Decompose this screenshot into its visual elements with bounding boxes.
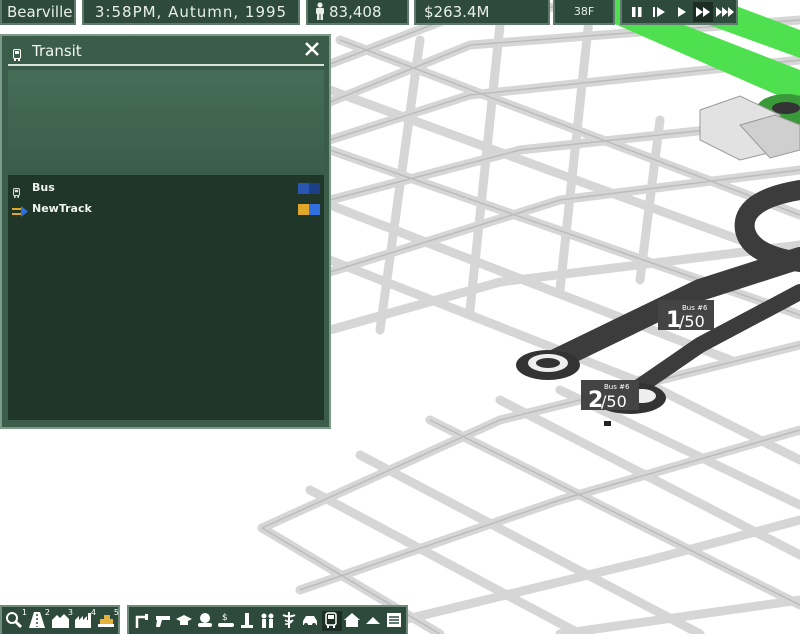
list-icon[interactable] <box>385 611 405 631</box>
bus-route <box>534 180 800 408</box>
close-icon[interactable] <box>304 41 322 59</box>
road-grid <box>257 0 800 634</box>
route-label-1-capacity: /50 <box>679 312 705 331</box>
fast-forward-icon[interactable] <box>693 2 713 22</box>
play-icon[interactable] <box>671 2 691 22</box>
line-color-swatch[interactable] <box>298 204 309 215</box>
shortcut-number: 1 <box>21 608 27 617</box>
route-label-2-capacity: /50 <box>601 392 627 411</box>
panel-header: Transit <box>8 40 324 66</box>
station-1[interactable] <box>516 350 580 380</box>
pause-icon[interactable] <box>627 2 647 22</box>
svg-text:$: $ <box>222 613 228 623</box>
list-item-newtrack[interactable]: NewTrack <box>8 200 324 220</box>
shortcut-number: 3 <box>67 608 73 617</box>
bulldozer-icon[interactable]: 5 <box>97 608 119 631</box>
pipe-icon[interactable] <box>133 611 153 631</box>
line-color-swatch[interactable] <box>298 183 309 194</box>
person-icon <box>314 2 326 27</box>
shortcut-number: 5 <box>113 608 119 617</box>
car-icon[interactable] <box>301 611 321 631</box>
route-label-1-bus: Bus #6 <box>682 304 708 312</box>
houses-icon[interactable]: 3 <box>51 608 73 631</box>
shortcut-number: 4 <box>90 608 96 617</box>
route-label-2-bus: Bus #6 <box>604 383 630 391</box>
date-time: 3:58PM, Autumn, 1995 <box>82 0 300 25</box>
factory-icon[interactable]: 4 <box>74 608 96 631</box>
track-arrow-icon <box>12 203 28 222</box>
play-slow-icon[interactable] <box>649 2 669 22</box>
city-name[interactable]: Bearville <box>0 0 76 25</box>
bus-vehicle[interactable] <box>604 421 611 426</box>
family-icon[interactable] <box>259 611 279 631</box>
transit-panel: Transit Bus NewTrack <box>0 34 331 429</box>
line-color-swatch[interactable] <box>309 204 320 215</box>
road-icon[interactable]: 2 <box>28 608 50 631</box>
transit-line-list: Bus NewTrack <box>8 175 324 420</box>
money-display[interactable]: $263.4M <box>414 0 550 25</box>
population-display[interactable]: 83,408 <box>306 0 409 25</box>
speed-controls <box>620 0 738 25</box>
overlay-toolbar: $ <box>127 605 408 634</box>
temperature-display: 38F <box>553 0 615 25</box>
panel-preview-area <box>8 70 324 174</box>
hand-holding-icon[interactable] <box>196 611 216 631</box>
landmark-icon[interactable] <box>238 611 258 631</box>
house-icon[interactable] <box>343 611 363 631</box>
list-item-bus[interactable]: Bus <box>8 179 324 199</box>
shortcut-number: 2 <box>44 608 50 617</box>
fastest-icon[interactable] <box>715 2 735 22</box>
gun-icon[interactable] <box>154 611 174 631</box>
money-hand-icon[interactable]: $ <box>217 611 237 631</box>
caduceus-icon[interactable] <box>280 611 300 631</box>
panel-title: Transit <box>32 42 82 60</box>
bus-icon[interactable] <box>322 611 342 631</box>
park-icon[interactable] <box>364 611 384 631</box>
magnifier-icon[interactable]: 1 <box>5 608 27 631</box>
line-label: NewTrack <box>32 202 92 215</box>
line-color-swatch[interactable] <box>309 183 320 194</box>
bus-icon <box>13 46 21 65</box>
line-label: Bus <box>32 181 55 194</box>
graduation-cap-icon[interactable] <box>175 611 195 631</box>
tool-toolbar: 1 2 3 4 5 <box>0 605 120 634</box>
